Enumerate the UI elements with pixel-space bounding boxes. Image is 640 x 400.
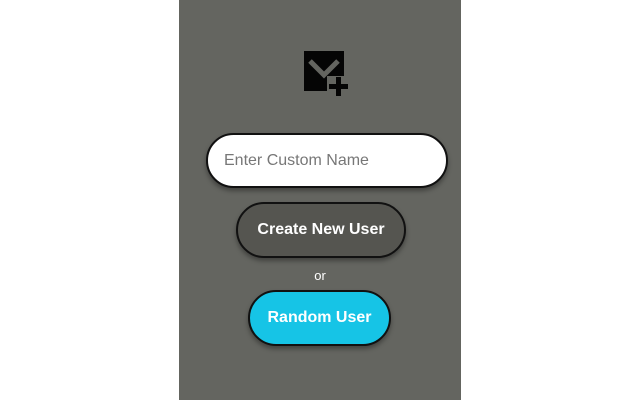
random-user-button[interactable]: Random User	[248, 290, 391, 346]
mail-plus-icon	[303, 50, 349, 98]
create-new-user-button[interactable]: Create New User	[236, 202, 406, 258]
page: Create New User or Random User	[0, 0, 640, 400]
custom-name-input[interactable]	[206, 133, 448, 188]
popup-panel: Create New User or Random User	[179, 0, 461, 400]
or-separator: or	[314, 268, 326, 283]
